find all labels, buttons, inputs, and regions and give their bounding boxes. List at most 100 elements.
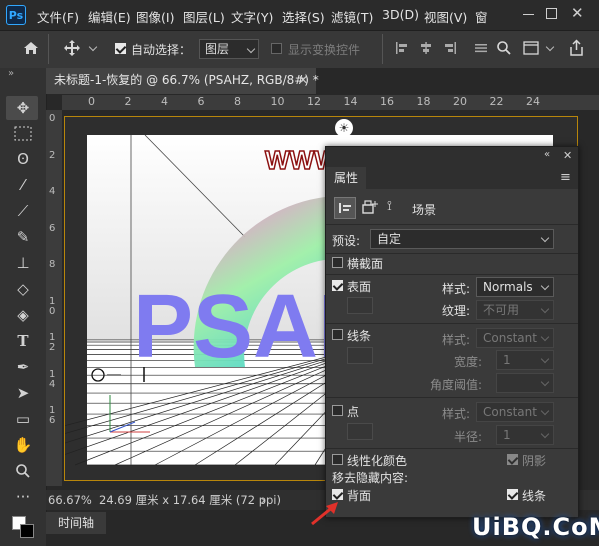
lines-style-dropdown[interactable]: Constant [476,328,554,348]
zoom-tool-icon[interactable] [10,460,36,482]
surface-texture-dropdown[interactable]: 不可用 [476,300,554,320]
show-transform-checkbox[interactable] [271,43,282,54]
surface-checkbox[interactable] [332,280,343,291]
eyedropper-tool-icon[interactable]: ⟋ [10,200,36,222]
surface-style-dropdown[interactable]: Normals [476,277,554,297]
ruler-vertical: 0 2 4 6 8 10 12 14 16 [46,110,63,486]
share-icon[interactable] [568,39,585,57]
backface-label: 背面 [347,489,372,503]
lines-width-label: 宽度: [454,355,483,369]
maximize-icon[interactable] [546,8,557,19]
points-color-swatch[interactable] [347,423,373,440]
close-tab-icon[interactable]: ✕ [298,68,308,93]
eraser-tool-icon[interactable]: ◇ [10,278,36,300]
points-checkbox[interactable] [332,405,343,416]
options-bar: 自动选择： 图层 显示变换控件 [0,30,599,70]
stamp-tool-icon[interactable]: ⊥ [10,252,36,274]
background-color-swatch[interactable] [20,524,34,538]
align-left-icon[interactable] [395,41,409,55]
cross-section-label: 横截面 [347,257,384,271]
status-menu-icon[interactable]: › [261,490,266,510]
minimize-icon[interactable] [523,14,534,15]
points-label: 点 [347,405,360,419]
lines-style-value: Constant [483,331,537,345]
timeline-tab[interactable]: 时间轴 [46,512,106,534]
close-icon[interactable]: ✕ [563,149,572,162]
menu-layer[interactable]: 图层(L) [183,7,225,26]
gradient-tool-icon[interactable]: ◈ [10,304,36,326]
mesh-icon[interactable] [361,198,379,216]
search-icon[interactable] [496,40,512,56]
document-info: 24.69 厘米 x 17.64 厘米 (72 ppi) [99,493,281,507]
scene-tab-active[interactable] [334,197,356,219]
shadow-checkbox[interactable] [507,454,518,465]
lines-angle-input[interactable] [496,373,554,393]
ruler-tick-label: 2 [124,95,132,108]
hidden-lines-checkbox[interactable] [507,489,518,500]
path-select-tool-icon[interactable]: ➤ [10,382,36,404]
divider [326,274,578,275]
linearize-label: 线性化颜色 [347,454,408,468]
distribute-icon[interactable] [474,41,488,55]
menu-filter[interactable]: 滤镜(T) [331,7,373,26]
surface-color-swatch[interactable] [347,297,373,314]
auto-select-checkbox[interactable] [115,43,126,54]
lines-color-swatch[interactable] [347,347,373,364]
cross-section-checkbox[interactable] [332,257,343,268]
close-icon[interactable]: ✕ [571,4,584,22]
menu-file[interactable]: 文件(F) [37,7,79,26]
tab-scene-label: 场景 [412,203,437,217]
more-tools-icon[interactable]: ··· [10,486,36,508]
marquee-tool-icon[interactable] [10,123,36,145]
pen-tool-icon[interactable]: ✒ [10,356,36,378]
preset-dropdown[interactable]: 自定 [370,229,554,249]
hidden-lines-label: 线条 [522,489,547,503]
tab-properties[interactable]: 属性 [326,167,366,189]
collapse-icon[interactable]: » [8,68,14,79]
document-tab[interactable]: 未标题-1-恢复的 @ 66.7% (PSAHZ, RGB/8#) * ✕ [46,68,319,94]
align-right-icon[interactable] [443,41,457,55]
ruler-tick-label: 18 [416,95,431,108]
menu-edit[interactable]: 编辑(E) [88,7,131,26]
chevron-down-icon[interactable] [545,42,555,52]
lines-checkbox[interactable] [332,329,343,340]
rectangle-tool-icon[interactable]: ▭ [10,408,36,430]
workspace-icon[interactable] [523,41,539,55]
surface-style-label: 样式: [442,282,471,296]
move-tool-icon[interactable] [63,39,81,57]
menu-select[interactable]: 选择(S) [282,7,325,26]
light-icon[interactable]: ⟟ [387,198,405,216]
points-style-dropdown[interactable]: Constant [476,402,554,422]
hand-tool-icon[interactable]: ✋ [10,434,36,456]
collapse-icon[interactable]: « [544,149,550,160]
menu-window[interactable]: 窗 [475,7,488,26]
type-tool-icon[interactable]: T [10,330,36,352]
ruler-tick-label: 12 [49,332,56,353]
home-icon[interactable] [22,39,40,57]
lines-width-input[interactable]: 1 [496,350,554,370]
divider [382,34,383,64]
menu-3d[interactable]: 3D(D) [382,7,419,22]
menu-image[interactable]: 图像(I) [136,7,174,26]
menu-type[interactable]: 文字(Y) [231,7,273,26]
align-center-icon[interactable] [419,41,433,55]
ruler-tick-label: 6 [49,222,56,234]
3d-light-icon[interactable]: ☀ [335,119,353,137]
linearize-checkbox[interactable] [332,454,343,465]
photoshop-logo[interactable]: Ps [6,5,26,25]
ruler-horizontal: 0 2 4 6 8 10 12 14 16 18 20 22 24 [62,95,599,111]
points-radius-input[interactable]: 1 [496,425,554,445]
auto-select-dropdown[interactable]: 图层 [199,39,259,59]
panel-menu-icon[interactable]: ≡ [560,170,571,185]
menu-view[interactable]: 视图(V) [424,7,467,26]
ruler-tick-label: 16 [380,95,394,108]
brush-tool-icon[interactable]: ✎ [10,226,36,248]
magic-wand-tool-icon[interactable]: ⁄ [10,174,36,196]
document-tab-title: 未标题-1-恢复的 @ 66.7% (PSAHZ, RGB/8#) * [54,73,319,87]
divider [326,397,578,398]
zoom-level[interactable]: 66.67% [48,490,92,510]
chevron-down-icon[interactable] [88,42,98,52]
move-tool-icon[interactable]: ✥ [10,97,36,119]
divider [48,34,49,64]
lasso-tool-icon[interactable]: ʘ [10,148,36,170]
